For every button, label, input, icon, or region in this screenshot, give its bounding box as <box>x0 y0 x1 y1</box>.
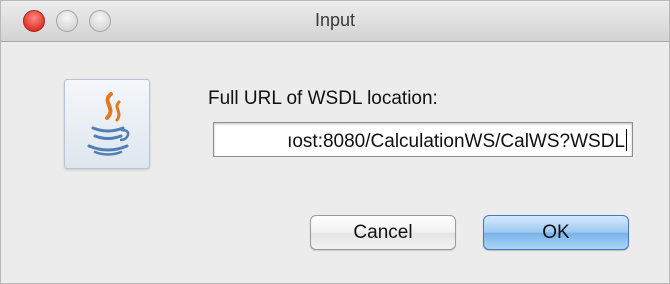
java-coffee-icon <box>64 79 150 169</box>
wsdl-url-value: ıost:8080/CalculationWS/CalWS?WSDL <box>287 129 627 153</box>
ok-button[interactable]: OK <box>483 215 629 250</box>
window-title: Input <box>314 10 356 30</box>
cancel-button[interactable]: Cancel <box>310 215 456 250</box>
input-dialog-window: Input Full URL of WSDL location: ıost:80… <box>0 0 670 284</box>
wsdl-url-text: ıost:8080/CalculationWS/CalWS?WSDL <box>287 131 625 152</box>
wsdl-url-input[interactable]: ıost:8080/CalculationWS/CalWS?WSDL <box>213 122 633 157</box>
title-bar: Input <box>1 1 669 42</box>
dialog-content: Full URL of WSDL location: ıost:8080/Cal… <box>1 42 669 283</box>
wsdl-url-label: Full URL of WSDL location: <box>208 88 438 109</box>
text-caret <box>626 129 627 151</box>
